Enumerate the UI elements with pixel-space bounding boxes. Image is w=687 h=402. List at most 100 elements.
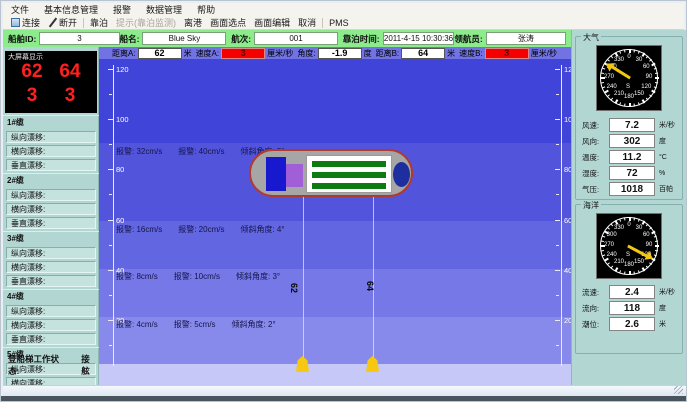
longitudinal-drift-field: 纵向漂移:	[6, 247, 96, 259]
stern-distance-label: 64	[365, 281, 375, 291]
toolbar-button[interactable]: 画面选点	[206, 16, 250, 29]
info-field: 靠泊时间: 2011-4-15 10:30:36	[343, 32, 455, 45]
measurement-field: 距离A: 62 米	[112, 48, 192, 59]
cable-drift-panel: 大屏幕显示 62 64 3 3 1#缆 纵向漂移: 横向漂移: 垂直漂移:	[3, 47, 99, 385]
weather-field: 湿度: 72 %	[582, 166, 675, 180]
info-field-input[interactable]: 张涛	[486, 32, 566, 45]
measurement-label: 速度A:	[196, 48, 220, 59]
menu-item[interactable]: 报警	[113, 3, 131, 16]
alarm-speed-a: 报警: 8cm/s	[116, 271, 158, 282]
info-field-label: 船舶ID:	[8, 33, 36, 45]
measurement-value: 3	[485, 48, 529, 59]
toolbar-button[interactable]: 连接	[7, 16, 44, 29]
vertical-drift-field: 垂直漂移:	[6, 159, 96, 171]
measurement-unit: 度	[364, 48, 372, 59]
toolbar-separator	[322, 18, 323, 28]
toolbar-button[interactable]: 断开	[44, 16, 81, 29]
info-field-input[interactable]: 001	[254, 32, 338, 45]
toolbar-button[interactable]: 靠泊	[86, 16, 112, 29]
menu-item[interactable]: 文件	[11, 3, 29, 16]
cable-section: 3#缆 纵向漂移: 横向漂移: 垂直漂移:	[3, 231, 99, 287]
toolbar-button-label: PMS	[329, 18, 349, 28]
measurement-field: 距离B: 64 米	[376, 48, 456, 59]
info-field-input[interactable]: Blue Sky	[142, 32, 226, 45]
measurement-value: 62	[138, 48, 182, 59]
info-field: 航次: 001	[231, 32, 343, 45]
right-axis	[561, 65, 562, 366]
toolbar-button-label: 取消	[298, 16, 316, 29]
ship-stern	[393, 162, 410, 187]
measurement-label: 距离A:	[112, 48, 136, 59]
weather-field-unit: 米/秒	[659, 120, 675, 130]
weather-field-unit: 百帕	[659, 184, 673, 194]
menu-item[interactable]: 基本信息管理	[44, 3, 98, 16]
ocean-field-value: 2.4	[609, 285, 655, 299]
gauge-needle	[585, 34, 673, 122]
toolbar-button[interactable]: 取消	[294, 16, 320, 29]
longitudinal-drift-field: 纵向漂移:	[6, 305, 96, 317]
toolbar-button[interactable]: PMS	[325, 18, 353, 28]
toolbar: 连接 断开 靠泊 提示(靠泊监测) 离港	[3, 16, 684, 30]
alarm-speed-b: 报警: 5cm/s	[174, 319, 216, 330]
ship-cargo-hold	[306, 155, 392, 193]
ocean-field-value: 118	[609, 301, 655, 315]
toolbar-button-label: 离港	[184, 16, 202, 29]
weather-field-value: 302	[609, 134, 655, 148]
toolbar-button[interactable]: 离港	[180, 16, 206, 29]
alarm-threshold-line: 报警: 16cm/s 报警: 20cm/s 倾斜角度: 4°	[116, 224, 285, 235]
alarm-speed-a: 报警: 16cm/s	[116, 224, 162, 235]
vertical-drift-field: 垂直漂移:	[6, 333, 96, 345]
display-distance-a: 62	[21, 61, 42, 83]
alarm-angle: 倾斜角度: 3°	[236, 271, 280, 282]
weather-field-label: 风速:	[582, 120, 609, 131]
toolbar-button-label: 连接	[22, 16, 40, 29]
info-field-label: 航次:	[231, 33, 251, 45]
info-field-input[interactable]: 2011-4-15 10:30:36	[383, 32, 455, 45]
lateral-drift-field: 横向漂移:	[6, 261, 96, 273]
lateral-drift-field: 横向漂移:	[6, 203, 96, 215]
ocean-field: 流向: 118 度	[582, 301, 675, 315]
alarm-speed-b: 报警: 20cm/s	[178, 224, 224, 235]
ocean-field-label: 流向:	[582, 303, 609, 314]
info-field: 船舶ID: 3	[8, 32, 120, 45]
ocean-field: 流速: 2.4 米/秒	[582, 285, 675, 299]
ocean-group: 海洋 0306090120150180210240270300330S 流速: …	[575, 204, 683, 354]
info-field-label: 靠泊时间:	[343, 33, 380, 45]
display-speed-a: 3	[27, 85, 38, 107]
menu-bar: 文件 基本信息管理 报警 数据管理 帮助	[3, 3, 684, 16]
measurement-value: -1.9	[318, 48, 362, 59]
toolbar-button[interactable]: 画面编辑	[250, 16, 294, 29]
display-distance-b: 64	[59, 61, 80, 83]
toolbar-button-label: 断开	[59, 16, 77, 29]
alarm-speed-b: 报警: 40cm/s	[178, 146, 224, 157]
toolbar-button-label: 提示(靠泊监测)	[116, 16, 176, 29]
measurement-label: 角度:	[297, 48, 315, 59]
alarm-speed-a: 报警: 32cm/s	[116, 146, 162, 157]
info-field-input[interactable]: 3	[39, 32, 119, 45]
measurement-field: 角度: -1.9 度	[297, 48, 371, 59]
measurement-unit: 厘米/秒	[531, 48, 557, 59]
toolbar-button[interactable]: 提示(靠泊监测)	[112, 16, 180, 29]
toolbar-icon	[11, 18, 20, 27]
cable-title: 1#缆	[3, 115, 99, 129]
resize-grip[interactable]	[674, 386, 683, 394]
ocean-group-title: 海洋	[581, 200, 601, 211]
weather-field-value: 1018	[609, 182, 655, 196]
window-bottom-edge	[1, 396, 687, 402]
cable-title: 2#缆	[3, 173, 99, 187]
ocean-field-value: 2.6	[609, 317, 655, 331]
measurement-field: 速度A: 3 厘米/秒	[196, 48, 294, 59]
toolbar-button-label: 画面选点	[210, 16, 246, 29]
weather-field: 气压: 1018 百帕	[582, 182, 675, 196]
current-direction-gauge: 0306090120150180210240270300330S	[596, 213, 662, 279]
lateral-drift-field: 横向漂移:	[6, 145, 96, 157]
cable-section: 2#缆 纵向漂移: 横向漂移: 垂直漂移:	[3, 173, 99, 229]
menu-item[interactable]: 数据管理	[146, 3, 182, 16]
longitudinal-drift-field: 纵向漂移:	[6, 189, 96, 201]
weather-field: 温度: 11.2 °C	[582, 150, 675, 164]
menu-item[interactable]: 帮助	[197, 3, 215, 16]
ocean-field-label: 流速:	[582, 287, 609, 298]
measurement-unit: 米	[447, 48, 455, 59]
ocean-field-unit: 度	[659, 303, 666, 313]
alarm-speed-a: 报警: 4cm/s	[116, 319, 158, 330]
